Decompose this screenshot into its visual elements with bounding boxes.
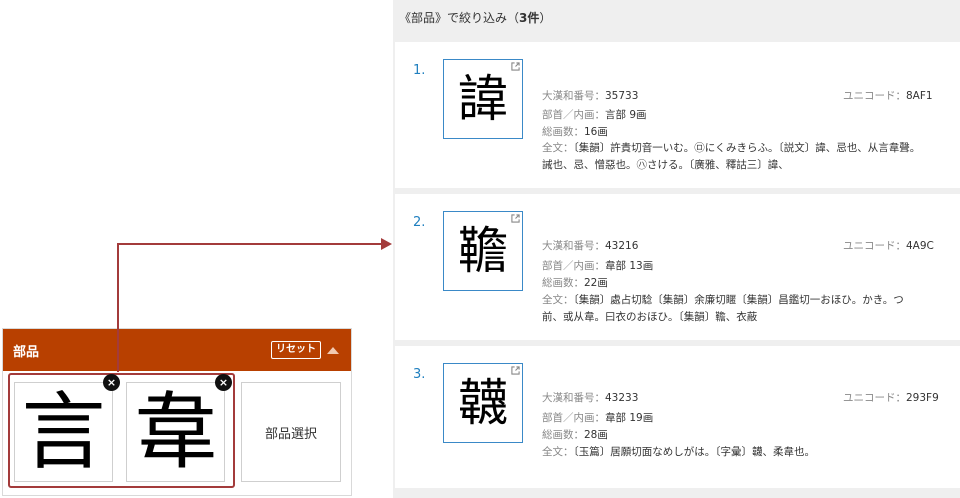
results-count: 3件 (519, 11, 539, 25)
results-heading-suffix: ） (539, 11, 551, 25)
external-link-icon[interactable] (511, 62, 520, 71)
close-icon[interactable]: × (215, 374, 232, 391)
daikanwa-row: 大漢和番号：43216 (542, 238, 638, 253)
parts-panel: 部品 リセット 言 × 韋 × 部品選択 (2, 328, 352, 496)
unicode-row: ユニコード：4A9C (843, 238, 934, 253)
fulltext-text: 〔集韻〕許貴切⾳⼀いむ。㋺にくみきらふ。〔説文〕諱、忌也、从言韋聲。 (574, 142, 921, 154)
result-number: 2. (413, 215, 425, 230)
sokaku-value: 22画 (584, 277, 608, 289)
bushu-row: 部首／内画：韋部 13画 (542, 258, 653, 273)
fulltext-line: 前、或从韋。⽈衣のおほひ。〔集韻〕韂、衣蔽 (542, 309, 960, 326)
bushu-label: 部首／内画： (542, 260, 605, 272)
result-item: 3. 韤 大漢和番号：43233 ユニコード：293F9 部首／内画：韋部 19… (395, 346, 960, 488)
unicode-value: 4A9C (906, 240, 934, 252)
result-number: 1. (413, 63, 425, 78)
unicode-value: 8AF1 (906, 90, 933, 102)
fulltext-line: 全文：〔玉篇〕居願切⾯なめしがは。〔字彙〕韤、柔韋也。 (542, 444, 960, 461)
fulltext-line: 全文：〔集韻〕處占切騐〔集韻〕余廉切䁥〔集韻〕昌鑑切𨳌⼀おほひ。かき。つ (542, 292, 960, 309)
bushu-value: 韋部 13画 (605, 260, 653, 272)
external-link-icon[interactable] (511, 214, 520, 223)
fulltext: 全文：〔集韻〕處占切騐〔集韻〕余廉切䁥〔集韻〕昌鑑切𨳌⼀おほひ。かき。つ 前、或… (542, 292, 960, 326)
selected-part-tile[interactable]: 言 × (14, 382, 113, 482)
sokaku-label: 総画数： (542, 126, 584, 138)
fulltext: 全文：〔集韻〕許貴切⾳⼀いむ。㋺にくみきらふ。〔説文〕諱、忌也、从言韋聲。 誡也… (542, 140, 960, 174)
daikanwa-row: 大漢和番号：35733 (542, 88, 638, 103)
daikanwa-label: 大漢和番号： (542, 90, 605, 102)
selected-part-tile[interactable]: 韋 × (126, 382, 225, 482)
bushu-value: 言部 9画 (605, 109, 647, 121)
bushu-row: 部首／内画：言部 9画 (542, 107, 647, 122)
result-item: 2. 韂 大漢和番号：43216 ユニコード：4A9C 部首／内画：韋部 13画… (395, 194, 960, 340)
result-char-link[interactable]: 韤 (443, 363, 523, 443)
sokaku-label: 総画数： (542, 429, 584, 441)
selected-part-glyph: 言 (21, 390, 105, 474)
collapse-arrow-icon[interactable] (327, 347, 339, 354)
part-select-button[interactable]: 部品選択 (241, 382, 341, 482)
sokaku-label: 総画数： (542, 277, 584, 289)
fulltext-text: 〔集韻〕處占切騐〔集韻〕余廉切䁥〔集韻〕昌鑑切𨳌⼀おほひ。かき。つ (574, 294, 904, 306)
bushu-value: 韋部 19画 (605, 412, 653, 424)
unicode-label: ユニコード： (843, 392, 906, 404)
unicode-value: 293F9 (906, 392, 939, 404)
daikanwa-value: 35733 (605, 90, 638, 102)
fulltext: 全文：〔玉篇〕居願切⾯なめしがは。〔字彙〕韤、柔韋也。 (542, 444, 960, 461)
bushu-label: 部首／内画： (542, 412, 605, 424)
unicode-label: ユニコード： (843, 90, 906, 102)
parts-header-controls: リセット (271, 341, 339, 359)
sokaku-value: 28画 (584, 429, 608, 441)
sokaku-value: 16画 (584, 126, 608, 138)
result-char-link[interactable]: 諱 (443, 59, 523, 139)
unicode-row: ユニコード：293F9 (843, 390, 939, 405)
parts-panel-title: 部品 (13, 341, 39, 360)
unicode-label: ユニコード： (843, 240, 906, 252)
result-char-link[interactable]: 韂 (443, 211, 523, 291)
results-heading-prefix: 《部品》で絞り込み（ (399, 11, 519, 25)
fulltext-line: 誡也、忌、憎惡也。㋩さける。〔廣雅、釋詁三〕諱、 (542, 157, 960, 174)
daikanwa-row: 大漢和番号：43233 (542, 390, 638, 405)
sokaku-row: 総画数：22画 (542, 275, 608, 290)
selected-part-glyph: 韋 (133, 390, 217, 474)
fulltext-text: 〔玉篇〕居願切⾯なめしがは。〔字彙〕韤、柔韋也。 (574, 446, 816, 458)
connector-arrowhead (381, 238, 392, 250)
unicode-row: ユニコード：8AF1 (843, 88, 933, 103)
external-link-icon[interactable] (511, 366, 520, 375)
daikanwa-value: 43233 (605, 392, 638, 404)
sokaku-row: 総画数：16画 (542, 124, 608, 139)
daikanwa-label: 大漢和番号： (542, 240, 605, 252)
result-glyph: 韂 (458, 226, 508, 276)
result-number: 3. (413, 367, 425, 382)
bushu-row: 部首／内画：韋部 19画 (542, 410, 653, 425)
fulltext-label: 全文： (542, 142, 574, 154)
result-glyph: 韤 (458, 378, 508, 428)
reset-button[interactable]: リセット (271, 341, 321, 359)
fulltext-line: 全文：〔集韻〕許貴切⾳⼀いむ。㋺にくみきらふ。〔説文〕諱、忌也、从言韋聲。 (542, 140, 960, 157)
parts-panel-header: 部品 リセット (3, 329, 351, 371)
fulltext-label: 全文： (542, 294, 574, 306)
daikanwa-label: 大漢和番号： (542, 392, 605, 404)
daikanwa-value: 43216 (605, 240, 638, 252)
result-item: 1. 諱 大漢和番号：35733 ユニコード：8AF1 部首／内画：言部 9画 … (395, 42, 960, 188)
result-glyph: 諱 (458, 74, 508, 124)
results-heading: 《部品》で絞り込み（3件） (399, 9, 551, 26)
close-icon[interactable]: × (103, 374, 120, 391)
results-panel: 《部品》で絞り込み（3件） 1. 諱 大漢和番号：35733 ユニコード：8AF… (393, 0, 960, 498)
sokaku-row: 総画数：28画 (542, 427, 608, 442)
bushu-label: 部首／内画： (542, 109, 605, 121)
fulltext-label: 全文： (542, 446, 574, 458)
